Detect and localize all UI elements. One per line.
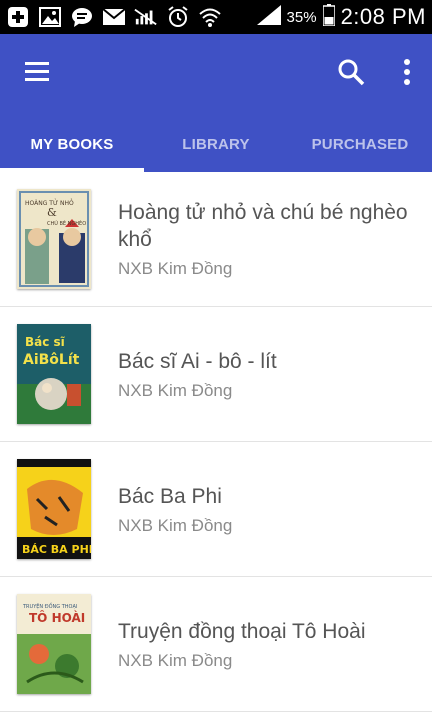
book-meta: Hoàng tử nhỏ và chú bé nghèo khổ NXB Kim…	[118, 199, 420, 279]
book-item[interactable]: BÁC BA PHI Bác Ba Phi NXB Kim Đồng	[0, 442, 432, 577]
menu-button[interactable]	[22, 58, 54, 86]
tab-label: MY BOOKS	[30, 136, 114, 153]
battery-icon	[321, 3, 336, 31]
search-icon	[338, 59, 365, 86]
overflow-menu-button[interactable]	[396, 56, 418, 88]
book-title: Bác Ba Phi	[118, 484, 222, 508]
book-cover: HOÀNG TỬ NHỎ & CHÚ BÉ NGHÈO	[17, 189, 91, 289]
book-item[interactable]: HOÀNG TỬ NHỎ & CHÚ BÉ NGHÈO Hoàng tử nhỏ…	[0, 172, 432, 307]
svg-text:CHÚ BÉ NGHÈO: CHÚ BÉ NGHÈO	[47, 219, 86, 227]
book-meta: Truyện đồng thoại Tô Hoài NXB Kim Đồng	[118, 618, 420, 671]
tab-label: LIBRARY	[182, 136, 250, 153]
signal-off-icon	[134, 7, 158, 27]
book-cover: BÁC BA PHI	[17, 459, 93, 559]
book-title: Bác sĩ Ai - bô - lít	[118, 349, 277, 373]
toolbar	[0, 34, 432, 108]
status-bar: 35% 2:08 PM	[0, 0, 432, 34]
tab-purchased[interactable]: PURCHASED	[288, 132, 432, 172]
svg-text:TÔ HOÀI: TÔ HOÀI	[29, 610, 85, 625]
clock: 2:08 PM	[340, 4, 426, 29]
book-meta: Bác Ba Phi NXB Kim Đồng	[118, 483, 420, 536]
chat-icon	[70, 7, 94, 27]
book-publisher: NXB Kim Đồng	[118, 650, 233, 670]
image-icon	[38, 7, 62, 27]
svg-text:BÁC BA PHI: BÁC BA PHI	[22, 543, 91, 556]
book-meta: Bác sĩ Ai - bô - lít NXB Kim Đồng	[118, 348, 420, 401]
tab-label: PURCHASED	[311, 136, 409, 153]
book-list: HOÀNG TỬ NHỎ & CHÚ BÉ NGHÈO Hoàng tử nhỏ…	[0, 172, 432, 712]
book-title: Truyện đồng thoại Tô Hoài	[118, 619, 366, 643]
svg-text:&: &	[47, 206, 57, 219]
book-cover: TRUYỆN ĐỒNG THOẠI TÔ HOÀI	[17, 594, 91, 694]
tab-library[interactable]: LIBRARY	[144, 132, 288, 172]
book-publisher: NXB Kim Đồng	[118, 515, 233, 535]
svg-text:AiBôLít: AiBôLít	[23, 352, 80, 368]
add-icon	[6, 7, 30, 27]
wifi-icon	[198, 7, 222, 27]
book-item[interactable]: TRUYỆN ĐỒNG THOẠI TÔ HOÀI Truyện đồng th…	[0, 577, 432, 712]
more-vert-icon	[404, 59, 410, 85]
menu-icon	[25, 62, 49, 81]
app-bar: MY BOOKS LIBRARY PURCHASED	[0, 34, 432, 172]
book-cover: Bác sĩ AiBôLít	[17, 324, 91, 424]
search-button[interactable]	[336, 57, 366, 87]
battery-percent: 35%	[286, 8, 317, 26]
cell-signal-icon	[256, 4, 281, 30]
tab-my-books[interactable]: MY BOOKS	[0, 132, 144, 172]
book-publisher: NXB Kim Đồng	[118, 259, 233, 278]
mail-icon	[102, 7, 126, 27]
book-item[interactable]: Bác sĩ AiBôLít Bác sĩ Ai - bô - lít NXB …	[0, 307, 432, 442]
svg-text:Bác sĩ: Bác sĩ	[25, 335, 66, 349]
tab-bar: MY BOOKS LIBRARY PURCHASED	[0, 132, 432, 172]
book-publisher: NXB Kim Đồng	[118, 380, 233, 400]
system-icons: 35% 2:08 PM	[256, 3, 426, 31]
book-title: Hoàng tử nhỏ và chú bé nghèo khổ	[118, 201, 408, 251]
notification-icons	[6, 6, 222, 27]
alarm-icon	[166, 6, 190, 27]
